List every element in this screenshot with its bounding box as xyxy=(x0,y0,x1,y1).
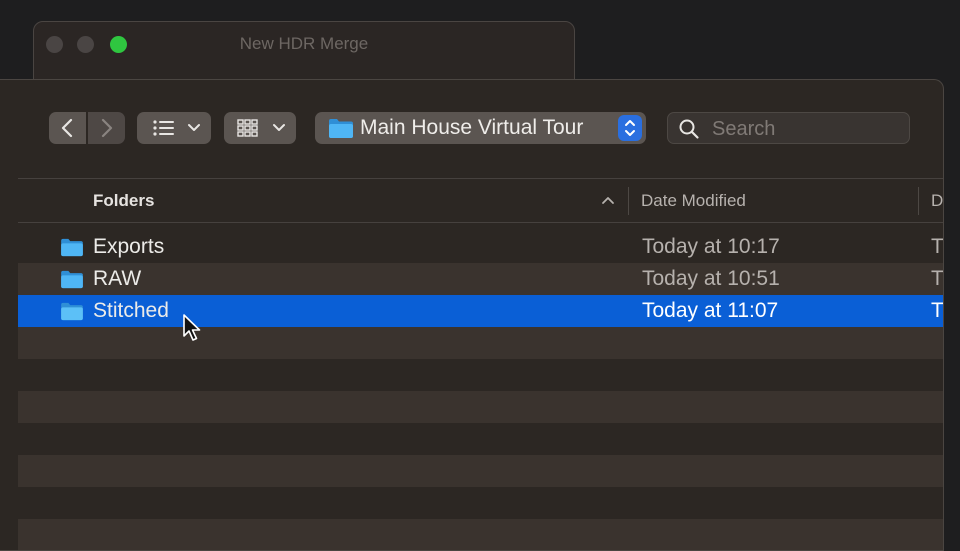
chevron-left-icon xyxy=(61,118,73,138)
item-next: T xyxy=(931,299,944,322)
location-stepper[interactable] xyxy=(618,115,642,141)
item-date: Today at 10:51 xyxy=(642,267,780,290)
open-dialog: Main House Virtual Tour Folders Date M xyxy=(0,79,944,551)
column-folders[interactable]: Folders xyxy=(93,191,154,211)
item-name: Exports xyxy=(93,235,165,258)
item-next: T xyxy=(931,267,944,290)
grid-view-button[interactable] xyxy=(224,112,296,144)
list-icon xyxy=(153,120,200,136)
background-window-title: New HDR Merge xyxy=(239,34,369,53)
list-view-button[interactable] xyxy=(137,112,211,144)
rows: Exports Today at 10:17 T RAW Today at 10… xyxy=(18,231,943,550)
item-date: Today at 10:17 xyxy=(642,235,780,258)
item-next: T xyxy=(931,235,944,258)
empty-row xyxy=(18,487,943,519)
column-date-modified[interactable]: Date Modified xyxy=(641,191,746,211)
back-button[interactable] xyxy=(49,112,86,144)
column-separator[interactable] xyxy=(918,187,919,215)
column-next[interactable]: D xyxy=(931,191,943,211)
list-item-stitched[interactable]: Stitched Today at 11:07 T xyxy=(18,295,943,327)
search-field[interactable] xyxy=(667,112,910,144)
column-header: Folders Date Modified D xyxy=(18,178,943,223)
empty-row xyxy=(18,455,943,487)
chevron-up-down-icon xyxy=(625,120,635,136)
empty-row xyxy=(18,327,943,359)
toolbar: Main House Virtual Tour xyxy=(0,80,943,178)
empty-row xyxy=(18,359,943,391)
item-date: Today at 11:07 xyxy=(642,299,779,322)
folder-icon xyxy=(61,302,83,321)
chevron-down-icon xyxy=(188,124,200,131)
mouse-cursor-icon xyxy=(183,314,201,341)
list-item-raw[interactable]: RAW Today at 10:51 T xyxy=(18,263,943,295)
empty-row xyxy=(18,391,943,423)
location-label: Main House Virtual Tour xyxy=(360,116,584,139)
item-name: Stitched xyxy=(93,299,169,322)
item-name: RAW xyxy=(93,267,142,290)
folder-icon xyxy=(61,238,83,257)
search-icon xyxy=(679,119,699,139)
list-item-exports[interactable]: Exports Today at 10:17 T xyxy=(18,231,943,263)
sort-ascending-icon xyxy=(602,197,614,204)
file-list: Folders Date Modified D Exports Today at… xyxy=(18,178,943,550)
search-input[interactable] xyxy=(710,116,904,142)
folder-icon xyxy=(329,119,353,138)
forward-button[interactable] xyxy=(88,112,125,144)
folder-icon xyxy=(61,270,83,289)
chevron-right-icon xyxy=(101,118,113,138)
empty-row xyxy=(18,519,943,550)
empty-row xyxy=(18,423,943,455)
column-separator[interactable] xyxy=(628,187,629,215)
location-popup[interactable]: Main House Virtual Tour xyxy=(315,112,646,144)
grid-icon xyxy=(237,119,285,137)
